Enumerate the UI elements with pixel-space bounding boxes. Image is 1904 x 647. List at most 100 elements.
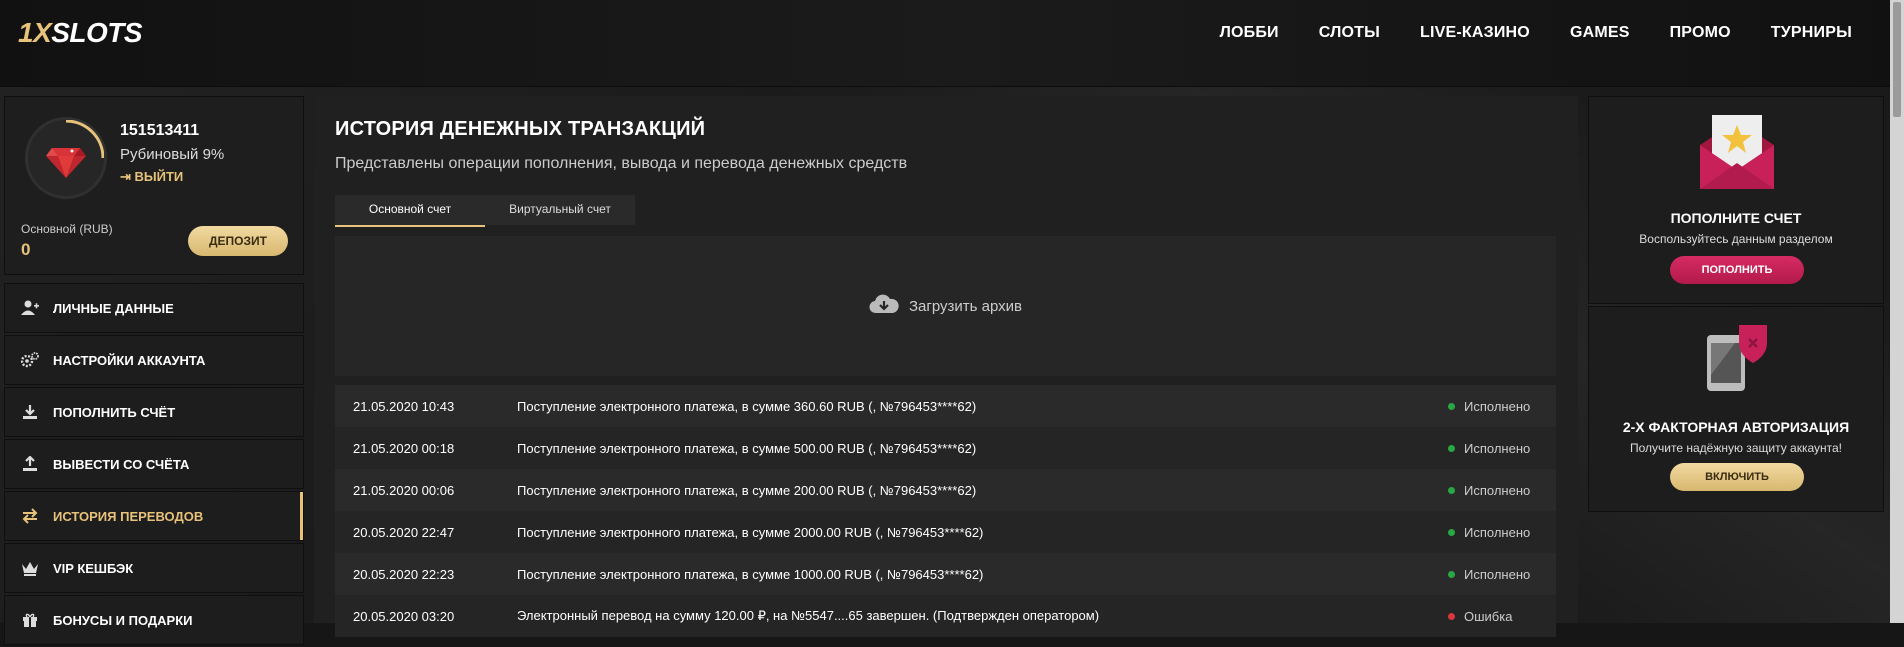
tx-date: 21.05.2020 00:18: [353, 440, 455, 456]
tx-date: 20.05.2020 22:23: [353, 566, 455, 582]
top-up-button[interactable]: ПОПОЛНИТЬ: [1670, 256, 1804, 284]
envelope-star-icon: [1700, 115, 1774, 189]
nav-slots[interactable]: СЛОТЫ: [1319, 24, 1380, 42]
phone-shield-icon: [1707, 325, 1767, 391]
deposit-button[interactable]: ДЕПОЗИТ: [188, 226, 288, 256]
status-label: Исполнено: [1464, 398, 1531, 414]
menu-item-withdraw[interactable]: ВЫВЕСТИ СО СЧЁТА: [4, 439, 304, 489]
balance-value: 0: [21, 240, 31, 259]
tab-main-account[interactable]: Основной счет: [335, 195, 485, 227]
deposit-promo-card: ПОПОЛНИТЕ СЧЕТ Воспользуйтесь данным раз…: [1588, 96, 1884, 304]
tab-virtual-account[interactable]: Виртуальный счет: [485, 195, 635, 225]
tx-date: 21.05.2020 10:43: [353, 398, 455, 414]
cloud-download-icon: [869, 293, 899, 319]
tx-date: 20.05.2020 22:47: [353, 524, 455, 540]
tx-description: Поступление электронного платежа, в сумм…: [517, 440, 977, 456]
upload-icon: [21, 455, 39, 473]
transactions-table: 21.05.2020 10:43 Поступление электронног…: [335, 385, 1556, 637]
menu-label: ПОПОЛНИТЬ СЧЁТ: [53, 404, 176, 420]
menu-item-deposit[interactable]: ПОПОЛНИТЬ СЧЁТ: [4, 387, 304, 437]
tx-description: Электронный перевод на сумму 120.00 ₽, н…: [517, 608, 1100, 623]
page-title: ИСТОРИЯ ДЕНЕЖНЫХ ТРАНЗАКЦИЙ: [335, 118, 706, 140]
logo-part-2: SLOTS: [51, 17, 143, 48]
deposit-card-text: Воспользуйтесь данным разделом: [1639, 232, 1833, 246]
deposit-card-title: ПОПОЛНИТЕ СЧЕТ: [1670, 210, 1802, 226]
page-scrollbar[interactable]: [1890, 0, 1904, 623]
menu-label: НАСТРОЙКИ АККАУНТА: [53, 352, 206, 368]
menu-item-bonuses[interactable]: БОНУСЫ И ПОДАРКИ: [4, 595, 304, 645]
page-subtitle: Представлены операции пополнения, вывода…: [335, 155, 908, 172]
logo[interactable]: 1X SLOTS: [18, 17, 143, 48]
table-row[interactable]: 20.05.2020 22:23 Поступление электронног…: [335, 553, 1556, 595]
logo-part-1: 1X: [18, 17, 52, 48]
table-row[interactable]: 21.05.2020 00:06 Поступление электронног…: [335, 469, 1556, 511]
tx-description: Поступление электронного платежа, в сумм…: [517, 566, 984, 582]
exchange-icon: [21, 507, 39, 525]
user-rank: Рубиновый 9%: [120, 146, 225, 163]
profile-card: 151513411 Рубиновый 9% ⇥ ВЫЙТИ Основной …: [4, 96, 304, 275]
scrollbar-thumb[interactable]: [1893, 2, 1901, 117]
left-sidebar: 151513411 Рубиновый 9% ⇥ ВЫЙТИ Основной …: [4, 96, 304, 647]
status-dot: [1448, 570, 1455, 578]
table-row[interactable]: 21.05.2020 00:18 Поступление электронног…: [335, 427, 1556, 469]
tx-status: Исполнено: [1448, 525, 1530, 540]
tx-description: Поступление электронного платежа, в сумм…: [517, 398, 977, 414]
nav-games[interactable]: GAMES: [1570, 24, 1630, 42]
tx-description: Поступление электронного платежа, в сумм…: [517, 524, 984, 540]
menu-label: ЛИЧНЫЕ ДАННЫЕ: [53, 300, 174, 316]
main-panel: ИСТОРИЯ ДЕНЕЖНЫХ ТРАНЗАКЦИЙ Представлены…: [314, 96, 1578, 637]
gears-icon: [21, 351, 39, 369]
tx-status: Ошибка: [1448, 609, 1512, 624]
menu-item-vip-cashback[interactable]: VIP КЕШБЭК: [4, 543, 304, 593]
account-menu: ЛИЧНЫЕ ДАННЫЕ НАСТРОЙКИ АККАУНТА ПОПОЛНИ…: [4, 283, 304, 645]
main-nav: ЛОББИ СЛОТЫ LIVE-КАЗИНО GAMES ПРОМО ТУРН…: [1180, 24, 1852, 42]
nav-tournaments[interactable]: ТУРНИРЫ: [1771, 24, 1852, 42]
tx-status: Исполнено: [1448, 483, 1530, 498]
logout-link[interactable]: ⇥ ВЫЙТИ: [120, 169, 183, 185]
menu-item-personal-data[interactable]: ЛИЧНЫЕ ДАННЫЕ: [4, 283, 304, 333]
nav-lobby[interactable]: ЛОББИ: [1220, 24, 1279, 42]
enable-2fa-button[interactable]: ВКЛЮЧИТЬ: [1670, 463, 1804, 491]
menu-item-account-settings[interactable]: НАСТРОЙКИ АККАУНТА: [4, 335, 304, 385]
status-dot: [1448, 528, 1455, 536]
status-dot: [1448, 444, 1455, 452]
logout-label: ВЫЙТИ: [134, 169, 184, 184]
tx-status: Исполнено: [1448, 399, 1530, 414]
nav-promo[interactable]: ПРОМО: [1670, 24, 1731, 42]
menu-label: БОНУСЫ И ПОДАРКИ: [53, 612, 193, 628]
menu-label: VIP КЕШБЭК: [53, 560, 134, 576]
logout-icon: ⇥: [120, 169, 131, 184]
tx-date: 21.05.2020 00:06: [353, 482, 455, 498]
menu-label: ВЫВЕСТИ СО СЧЁТА: [53, 456, 190, 472]
tx-description: Поступление электронного платежа, в сумм…: [517, 482, 977, 498]
table-row[interactable]: 20.05.2020 03:20 Электронный перевод на …: [335, 595, 1556, 637]
account-tabs: Основной счет Виртуальный счет: [335, 195, 635, 227]
tx-status: Исполнено: [1448, 441, 1530, 456]
top-header: 1X SLOTS ЛОББИ СЛОТЫ LIVE-КАЗИНО GAMES ПР…: [0, 0, 1904, 87]
archive-label: Загрузить архив: [908, 297, 1023, 315]
table-row[interactable]: 20.05.2020 22:47 Поступление электронног…: [335, 511, 1556, 553]
status-label: Исполнено: [1464, 566, 1531, 582]
gift-icon: [21, 611, 39, 629]
ruby-icon: [46, 120, 104, 178]
menu-item-transfer-history[interactable]: ИСТОРИЯ ПЕРЕВОДОВ: [4, 491, 304, 541]
two-factor-card: 2-Х ФАКТОРНАЯ АВТОРИЗАЦИЯ Получите надёж…: [1588, 306, 1884, 512]
status-dot: [1448, 612, 1455, 620]
twofa-card-text: Получите надёжную защиту аккаунта!: [1629, 441, 1842, 455]
table-row[interactable]: 21.05.2020 10:43 Поступление электронног…: [335, 385, 1556, 427]
balance-label: Основной (RUB): [21, 222, 113, 236]
menu-label: ИСТОРИЯ ПЕРЕВОДОВ: [53, 508, 204, 524]
status-dot: [1448, 486, 1455, 494]
avatar: [25, 117, 107, 199]
user-plus-icon: [21, 299, 39, 317]
status-label: Ошибка: [1464, 608, 1513, 624]
download-archive-button[interactable]: Загрузить архив: [335, 236, 1556, 376]
nav-live-casino[interactable]: LIVE-КАЗИНО: [1420, 24, 1530, 42]
status-label: Исполнено: [1464, 524, 1531, 540]
user-id: 151513411: [120, 122, 200, 139]
right-sidebar: ПОПОЛНИТЕ СЧЕТ Воспользуйтесь данным раз…: [1588, 96, 1884, 512]
download-icon: [21, 403, 39, 421]
crown-icon: [21, 559, 39, 577]
status-label: Исполнено: [1464, 482, 1531, 498]
status-dot: [1448, 402, 1455, 410]
